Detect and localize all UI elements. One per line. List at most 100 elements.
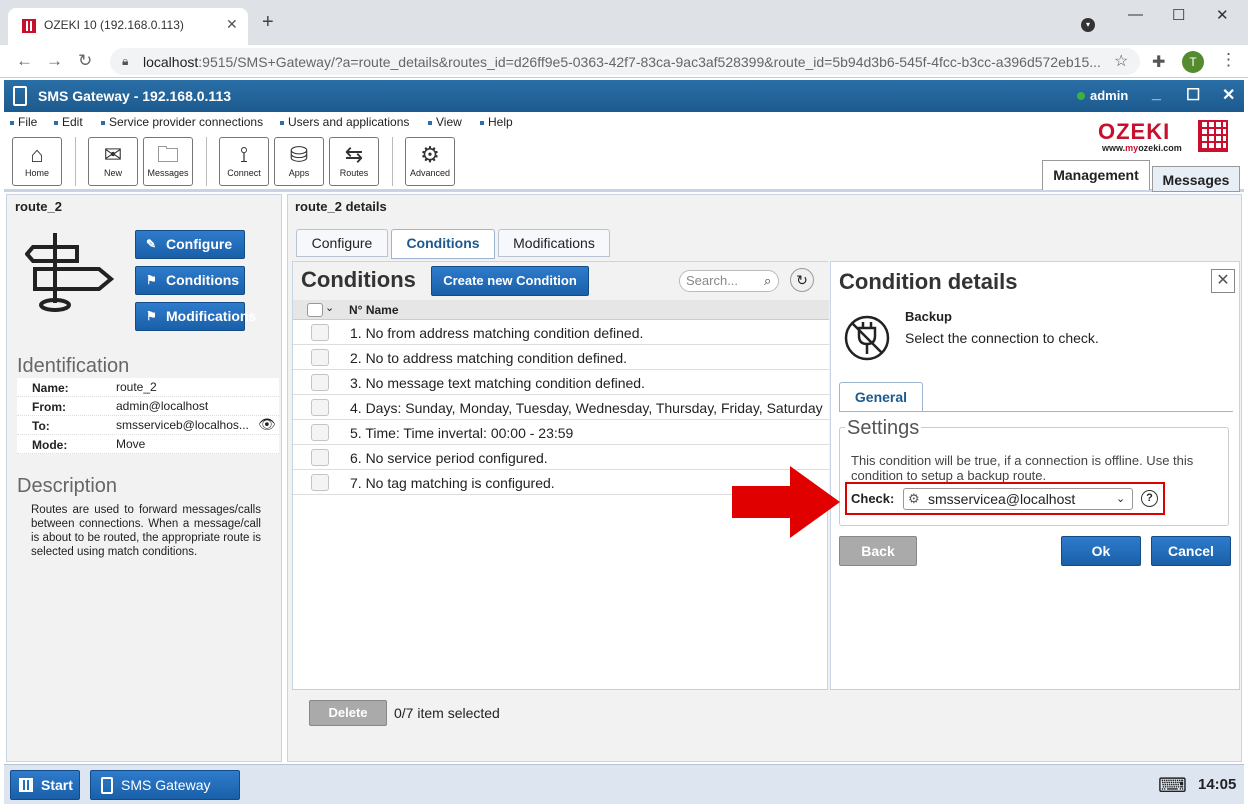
select-all-checkbox[interactable] [307,303,323,317]
table-row[interactable]: 4. Days: Sunday, Monday, Tuesday, Wednes… [293,395,829,420]
ozeki-start-icon [19,778,33,792]
row-checkbox[interactable] [311,324,329,341]
back-arrow-icon[interactable]: ← [16,51,33,71]
app-minimize-icon[interactable]: _ [1152,85,1161,103]
details-footer [830,689,1240,731]
toolbar-divider [75,137,76,186]
avatar[interactable]: T [1182,51,1204,73]
tab-close-icon[interactable]: ✕ [226,16,238,33]
taskbar: Start SMS Gateway ⌨ 14:05 [4,764,1244,804]
tab-underline [839,411,1233,412]
menu-edit[interactable]: Edit [54,115,83,129]
refresh-icon[interactable]: ↻ [790,268,814,292]
conditions-header: Conditions Create new Condition Search..… [293,262,829,300]
help-icon[interactable]: ? [1141,490,1158,507]
new-tab-icon[interactable]: + [262,12,274,32]
tab-general[interactable]: General [839,382,923,412]
row-checkbox[interactable] [311,349,329,366]
online-status-icon [1077,92,1085,100]
row-checkbox[interactable] [311,449,329,466]
advanced-button[interactable]: ⚙ Advanced [405,137,455,186]
ozeki-favicon-icon [22,19,36,33]
identification-row: To: smsserviceb@localhos... 👁︎ [17,416,279,435]
row-checkbox[interactable] [311,424,329,441]
home-button[interactable]: ⌂ Home [12,137,62,186]
extensions-icon[interactable]: ✚ [1152,52,1165,72]
description-text: Routes are used to forward messages/call… [31,504,261,558]
row-checkbox[interactable] [311,399,329,416]
menu-help[interactable]: Help [480,115,513,129]
app-maximize-icon[interactable]: ☐ [1186,85,1200,105]
table-row[interactable]: 1. No from address matching condition de… [293,320,829,345]
browser-tab[interactable]: OZEKI 10 (192.168.0.113) ✕ [8,8,248,45]
profile-indicator-icon[interactable]: ▾ [1081,18,1095,32]
tab-messages[interactable]: Messages [1152,166,1240,192]
signpost-icon: ⇆ [344,142,364,167]
row-checkbox[interactable] [311,474,329,491]
delete-button[interactable]: Delete [309,700,387,726]
table-row[interactable]: 5. Time: Time invertal: 00:00 - 23:59 [293,420,829,445]
flag-icon: ⚑ [146,273,157,287]
minimize-window-icon[interactable]: — [1128,6,1143,23]
configure-button[interactable]: ✎ Configure [135,230,245,259]
identification-row: Mode: Move [17,435,279,454]
star-icon[interactable]: ☆ [1114,51,1128,71]
tab-conditions[interactable]: Conditions [391,229,495,259]
menu-users-and-applications[interactable]: Users and applications [280,115,409,129]
connect-button[interactable]: ⟟ Connect [219,137,269,186]
chevron-down-icon[interactable]: ⌄ [325,301,334,314]
create-new-condition-button[interactable]: Create new Condition [431,266,589,296]
url-text: localhost:9515/SMS+Gateway/?a=route_deta… [143,54,1101,70]
clock: 14:05 [1198,776,1237,793]
chevron-down-icon: ⌄ [1116,493,1126,505]
eye-icon[interactable]: 👁︎ [258,416,276,433]
menu-file[interactable]: File [10,115,37,129]
close-icon[interactable]: ✕ [1211,269,1235,293]
user-name[interactable]: admin [1090,88,1128,103]
apps-button[interactable]: ⛁ Apps [274,137,324,186]
tab-configure[interactable]: Configure [296,229,388,257]
back-button[interactable]: Back [839,536,917,566]
tab-modifications[interactable]: Modifications [498,229,610,257]
reload-icon[interactable]: ↻ [78,51,92,71]
plug-offline-icon [844,315,890,361]
check-connection-select[interactable]: ⚙ smsservicea@localhost ⌄ [903,488,1133,510]
tab-management[interactable]: Management [1042,160,1150,190]
new-button[interactable]: ✉ New [88,137,138,186]
keyboard-icon[interactable]: ⌨ [1158,773,1187,798]
cancel-button[interactable]: Cancel [1151,536,1231,566]
table-row[interactable]: 3. No message text matching condition de… [293,370,829,395]
search-input[interactable]: Search... ⌕ [679,270,779,292]
table-row[interactable]: 2. No to address matching condition defi… [293,345,829,370]
route-sidebar: route_2 ✎ Configure ⚑ Conditions ⚑ Modifica… [6,194,282,762]
app-header: SMS Gateway - 192.168.0.113 admin _ ☐ ✕ [4,80,1244,112]
selection-count: 0/7 item selected [394,705,500,721]
menu-icon[interactable]: ⋮ [1220,50,1237,70]
description-heading: Description [17,475,118,497]
ok-button[interactable]: Ok [1061,536,1141,566]
address-bar-row: ← → ↻ 🔒︎ localhost:9515/SMS+Gateway/?a=r… [0,45,1248,78]
row-checkbox[interactable] [311,374,329,391]
menu-service-provider-connections[interactable]: Service provider connections [101,115,263,129]
maximize-window-icon[interactable]: ☐ [1172,6,1185,24]
messages-button[interactable]: 🗀︎ Messages [143,137,193,186]
new-message-icon: ✉ [103,142,123,167]
start-button[interactable]: Start [10,770,80,800]
search-icon[interactable]: ⌕ [764,271,771,291]
app-close-icon[interactable]: ✕ [1222,85,1235,105]
ozeki-logo-grid-icon [1198,120,1228,152]
menu-view[interactable]: View [428,115,462,129]
folder-icon: 🗀︎ [156,142,179,167]
forward-arrow-icon[interactable]: → [46,51,63,71]
close-window-icon[interactable]: ✕ [1216,6,1229,24]
routes-button[interactable]: ⇆ Routes [329,137,379,186]
myozeki-link[interactable]: www.myozeki.com [1102,143,1182,153]
wrench-icon: ✎ [146,237,157,251]
conditions-button[interactable]: ⚑ Conditions [135,266,245,295]
taskbar-sms-gateway[interactable]: SMS Gateway [90,770,240,800]
check-label: Check: [851,491,895,506]
url-input[interactable]: 🔒︎ localhost:9515/SMS+Gateway/?a=route_d… [110,48,1140,75]
toolbar-divider [392,137,393,186]
modifications-button[interactable]: ⚑ Modifications [135,302,256,331]
condition-description: Select the connection to check. [905,330,1099,346]
